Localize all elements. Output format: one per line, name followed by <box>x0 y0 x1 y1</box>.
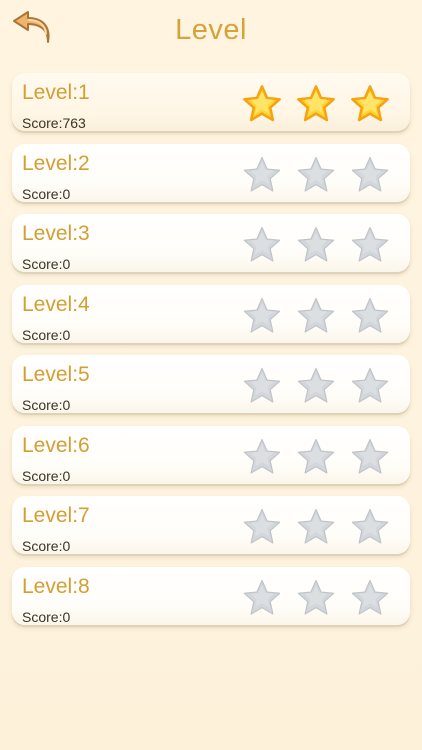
level-score: Score:0 <box>22 467 71 484</box>
level-label: Level:8 <box>22 574 90 598</box>
star-rating <box>242 155 390 195</box>
star-empty-icon <box>297 226 335 262</box>
star-empty-icon <box>297 438 335 474</box>
level-score: Score:0 <box>22 256 71 272</box>
star-empty-icon <box>297 367 335 403</box>
star-empty-icon <box>351 226 389 262</box>
level-label: Level:5 <box>22 363 90 386</box>
star-rating <box>242 578 390 618</box>
star-empty-icon <box>243 508 281 544</box>
star-empty-icon <box>243 579 281 615</box>
level-score: Score:0 <box>22 185 71 202</box>
star-empty-icon <box>297 579 335 615</box>
level-label: Level:7 <box>22 504 90 527</box>
star-empty-icon <box>243 438 281 474</box>
level-score: Score:0 <box>22 608 71 625</box>
star-empty-icon <box>243 226 281 262</box>
level-card-8[interactable]: Level:8 Score:0 <box>12 566 410 625</box>
level-label: Level:6 <box>22 433 90 457</box>
star-rating <box>242 225 390 265</box>
star-rating <box>242 437 390 477</box>
star-empty-icon <box>297 297 335 333</box>
level-score: Score:763 <box>22 115 86 131</box>
star-rating <box>242 84 390 124</box>
star-empty-icon <box>351 156 389 192</box>
page-title: Level <box>175 14 247 46</box>
star-empty-icon <box>243 156 281 192</box>
level-card-6[interactable]: Level:6 Score:0 <box>12 425 410 484</box>
level-label: Level:1 <box>22 81 90 104</box>
level-label: Level:3 <box>22 222 90 245</box>
level-card-4[interactable]: Level:4 Score:0 <box>12 284 410 343</box>
level-list: Level:1 Score:763 Level:2 Score:0 Level:3 Sco… <box>12 73 410 637</box>
header: Level <box>0 0 422 64</box>
star-empty-icon <box>243 367 281 403</box>
level-score: Score:0 <box>22 538 71 554</box>
level-score: Score:0 <box>22 397 71 413</box>
star-empty-icon <box>297 156 335 192</box>
level-label: Level:4 <box>22 292 90 316</box>
star-empty-icon <box>351 508 389 544</box>
star-filled-icon <box>351 85 389 122</box>
star-empty-icon <box>297 508 335 544</box>
star-rating <box>242 296 390 336</box>
star-rating <box>242 507 390 547</box>
star-filled-icon <box>297 85 335 122</box>
star-filled-icon <box>243 85 281 122</box>
level-score: Score:0 <box>22 326 71 343</box>
level-card-1[interactable]: Level:1 Score:763 <box>12 73 410 131</box>
star-empty-icon <box>351 367 389 403</box>
level-card-3[interactable]: Level:3 Score:0 <box>12 214 410 272</box>
star-rating <box>242 366 390 406</box>
level-card-5[interactable]: Level:5 Score:0 <box>12 355 410 413</box>
level-card-7[interactable]: Level:7 Score:0 <box>12 496 410 554</box>
star-empty-icon <box>351 297 389 333</box>
star-empty-icon <box>351 438 389 474</box>
star-empty-icon <box>243 297 281 333</box>
star-empty-icon <box>351 579 389 615</box>
level-label: Level:2 <box>22 151 90 175</box>
level-card-2[interactable]: Level:2 Score:0 <box>12 143 410 202</box>
